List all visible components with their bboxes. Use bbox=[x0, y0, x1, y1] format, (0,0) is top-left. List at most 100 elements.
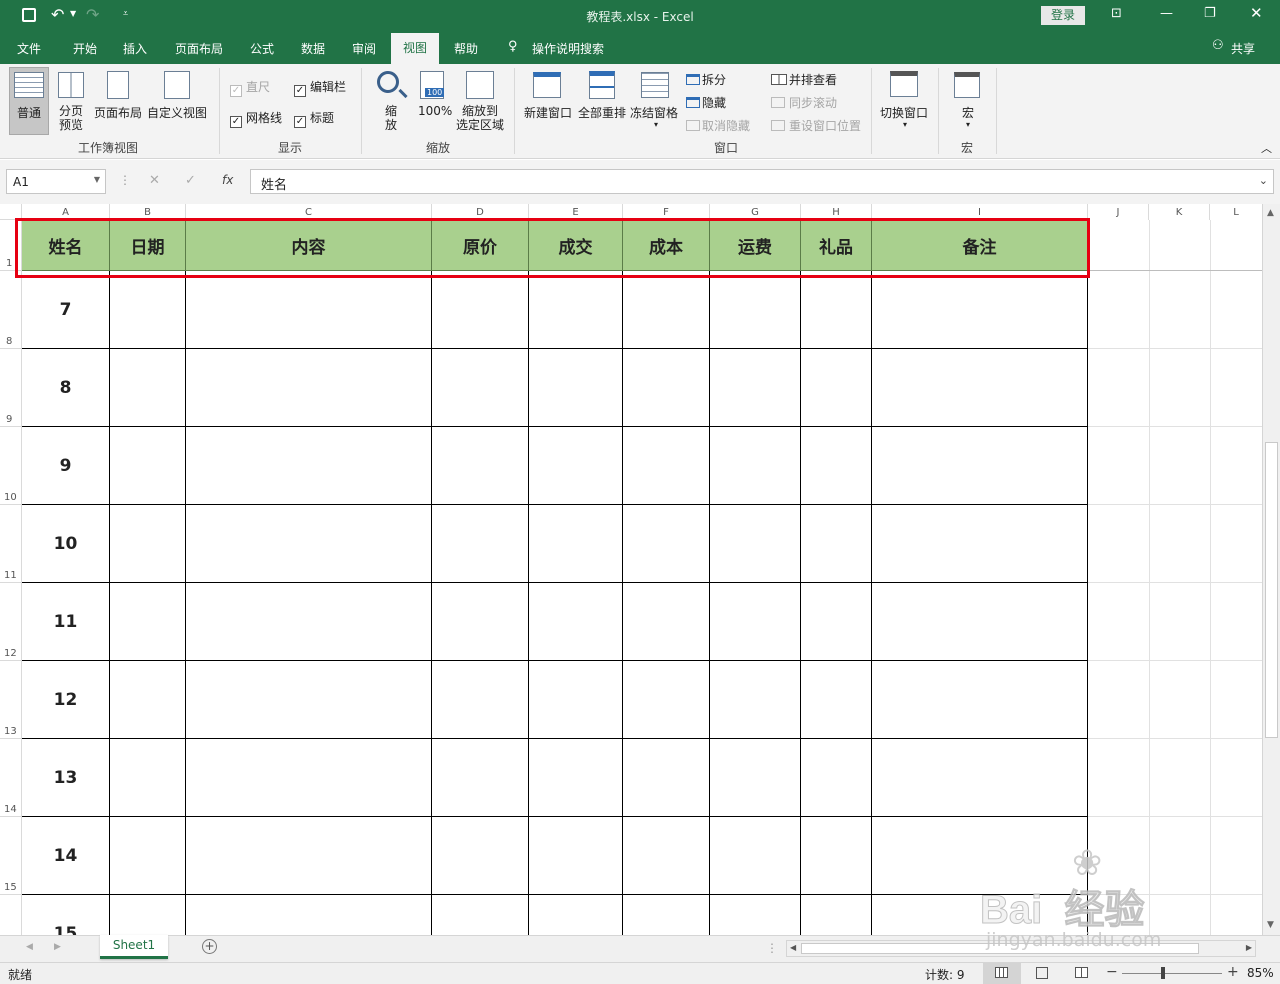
table-cell[interactable] bbox=[529, 895, 623, 935]
tell-me-search[interactable]: 操作说明搜索 bbox=[532, 40, 604, 57]
zoom-level[interactable]: 85% bbox=[1247, 966, 1274, 980]
table-cell[interactable] bbox=[623, 271, 710, 349]
table-cell[interactable] bbox=[110, 895, 186, 935]
row-header[interactable]: 1 bbox=[0, 220, 22, 271]
name-cell[interactable]: 15 bbox=[22, 895, 110, 935]
name-cell[interactable]: 8 bbox=[22, 349, 110, 427]
worksheet-grid[interactable]: A B C D E F G H I J K L 1 8 9 10 11 12 1… bbox=[0, 204, 1262, 935]
header-cell-deal[interactable]: 成交 bbox=[529, 220, 623, 271]
header-cell-name[interactable]: 姓名 bbox=[22, 220, 110, 271]
header-cell-original-price[interactable]: 原价 bbox=[432, 220, 529, 271]
table-cell[interactable] bbox=[186, 505, 432, 583]
table-cell[interactable] bbox=[186, 427, 432, 505]
ribbon-display-options-icon[interactable]: ⊡ bbox=[1111, 6, 1122, 21]
gridlines-checkbox[interactable]: ✓ 网格线 bbox=[230, 109, 282, 128]
zoom-100-icon[interactable]: 100 bbox=[420, 71, 445, 99]
row-header[interactable]: 14 bbox=[0, 739, 22, 817]
table-cell[interactable] bbox=[710, 583, 801, 661]
scroll-left-icon[interactable]: ◀ bbox=[790, 943, 796, 952]
table-cell[interactable] bbox=[710, 271, 801, 349]
table-cell[interactable] bbox=[110, 583, 186, 661]
table-cell[interactable] bbox=[432, 505, 529, 583]
row-header[interactable]: 11 bbox=[0, 505, 22, 583]
scroll-up-icon[interactable]: ▲ bbox=[1267, 208, 1274, 218]
close-icon[interactable]: ✕ bbox=[1250, 4, 1263, 22]
column-header-f[interactable]: F bbox=[623, 204, 710, 220]
share-button[interactable]: 共享 bbox=[1231, 40, 1255, 57]
table-cell[interactable] bbox=[110, 271, 186, 349]
next-sheet-icon[interactable]: ▶ bbox=[54, 942, 61, 952]
table-cell[interactable] bbox=[801, 427, 872, 505]
page-break-preview-label[interactable]: 分页 预览 bbox=[59, 104, 83, 132]
row-header[interactable]: 10 bbox=[0, 427, 22, 505]
table-cell[interactable] bbox=[801, 739, 872, 817]
table-cell[interactable] bbox=[529, 739, 623, 817]
tab-file[interactable]: 文件 bbox=[17, 40, 41, 57]
table-cell[interactable] bbox=[529, 505, 623, 583]
ruler-checkbox[interactable]: ✓ 直尺 bbox=[230, 78, 270, 97]
tab-formulas[interactable]: 公式 bbox=[250, 40, 274, 57]
switch-windows-label[interactable]: 切换窗口 bbox=[880, 104, 928, 121]
zoom-to-selection-label[interactable]: 缩放到 选定区域 bbox=[456, 104, 504, 132]
table-cell[interactable] bbox=[432, 349, 529, 427]
tab-split-grip-icon[interactable]: ⋮ bbox=[766, 941, 778, 955]
scroll-down-icon[interactable]: ▼ bbox=[1267, 920, 1274, 930]
table-cell[interactable] bbox=[529, 583, 623, 661]
table-cell[interactable] bbox=[872, 739, 1088, 817]
new-window-label[interactable]: 新建窗口 bbox=[524, 104, 572, 121]
table-cell[interactable] bbox=[432, 583, 529, 661]
macros-icon[interactable] bbox=[954, 72, 980, 98]
table-cell[interactable] bbox=[801, 349, 872, 427]
page-break-preview-icon[interactable] bbox=[58, 72, 84, 98]
table-cell[interactable] bbox=[432, 739, 529, 817]
name-cell[interactable]: 10 bbox=[22, 505, 110, 583]
macros-label[interactable]: 宏 bbox=[962, 104, 974, 121]
macros-dropdown-icon[interactable]: ▾ bbox=[966, 120, 970, 129]
column-header-c[interactable]: C bbox=[186, 204, 432, 220]
column-header-g[interactable]: G bbox=[710, 204, 801, 220]
reset-window-position-button[interactable]: 重设窗口位置 bbox=[771, 117, 861, 134]
zoom-slider-thumb[interactable] bbox=[1161, 967, 1165, 979]
table-cell[interactable] bbox=[110, 739, 186, 817]
table-cell[interactable] bbox=[623, 739, 710, 817]
row-header[interactable]: 13 bbox=[0, 661, 22, 739]
custom-views-icon[interactable] bbox=[164, 71, 190, 99]
vertical-scrollbar[interactable]: ▲ ▼ bbox=[1262, 204, 1280, 935]
table-cell[interactable] bbox=[432, 271, 529, 349]
table-cell[interactable] bbox=[872, 505, 1088, 583]
table-cell[interactable] bbox=[623, 583, 710, 661]
header-cell-gift[interactable]: 礼品 bbox=[801, 220, 872, 271]
row-header[interactable]: 12 bbox=[0, 583, 22, 661]
prev-sheet-icon[interactable]: ◀ bbox=[26, 942, 33, 952]
table-cell[interactable] bbox=[801, 817, 872, 895]
restore-icon[interactable]: ❐ bbox=[1204, 6, 1216, 21]
table-cell[interactable] bbox=[186, 661, 432, 739]
tab-home[interactable]: 开始 bbox=[73, 40, 97, 57]
table-cell[interactable] bbox=[110, 505, 186, 583]
table-cell[interactable] bbox=[872, 271, 1088, 349]
hide-button[interactable]: 隐藏 bbox=[686, 94, 726, 111]
table-cell[interactable] bbox=[432, 661, 529, 739]
expand-formula-bar-icon[interactable]: ⌄ bbox=[1259, 174, 1268, 187]
table-cell[interactable] bbox=[801, 661, 872, 739]
zoom-100-label[interactable]: 100% bbox=[418, 104, 452, 118]
freeze-panes-label[interactable]: 冻结窗格 bbox=[630, 104, 678, 121]
custom-views-label[interactable]: 自定义视图 bbox=[147, 104, 207, 121]
table-cell[interactable] bbox=[529, 349, 623, 427]
formula-input[interactable]: 姓名 ⌄ bbox=[250, 169, 1274, 194]
login-button[interactable]: 登录 bbox=[1041, 6, 1085, 25]
table-cell[interactable] bbox=[186, 895, 432, 935]
split-button[interactable]: 拆分 bbox=[686, 71, 726, 88]
tab-review[interactable]: 审阅 bbox=[352, 40, 376, 57]
table-cell[interactable] bbox=[801, 505, 872, 583]
name-box[interactable]: A1 ▼ bbox=[6, 169, 106, 194]
page-break-status-icon[interactable] bbox=[1075, 967, 1088, 978]
zoom-slider[interactable] bbox=[1122, 973, 1222, 974]
sheet-tab-sheet1[interactable]: Sheet1 bbox=[100, 935, 168, 959]
arrange-all-label[interactable]: 全部重排 bbox=[578, 104, 626, 121]
sync-scroll-button[interactable]: 同步滚动 bbox=[771, 94, 837, 111]
arrange-all-icon[interactable] bbox=[589, 71, 615, 99]
table-cell[interactable] bbox=[186, 271, 432, 349]
select-all-corner[interactable] bbox=[0, 204, 22, 220]
zoom-in-icon[interactable]: + bbox=[1227, 964, 1239, 980]
